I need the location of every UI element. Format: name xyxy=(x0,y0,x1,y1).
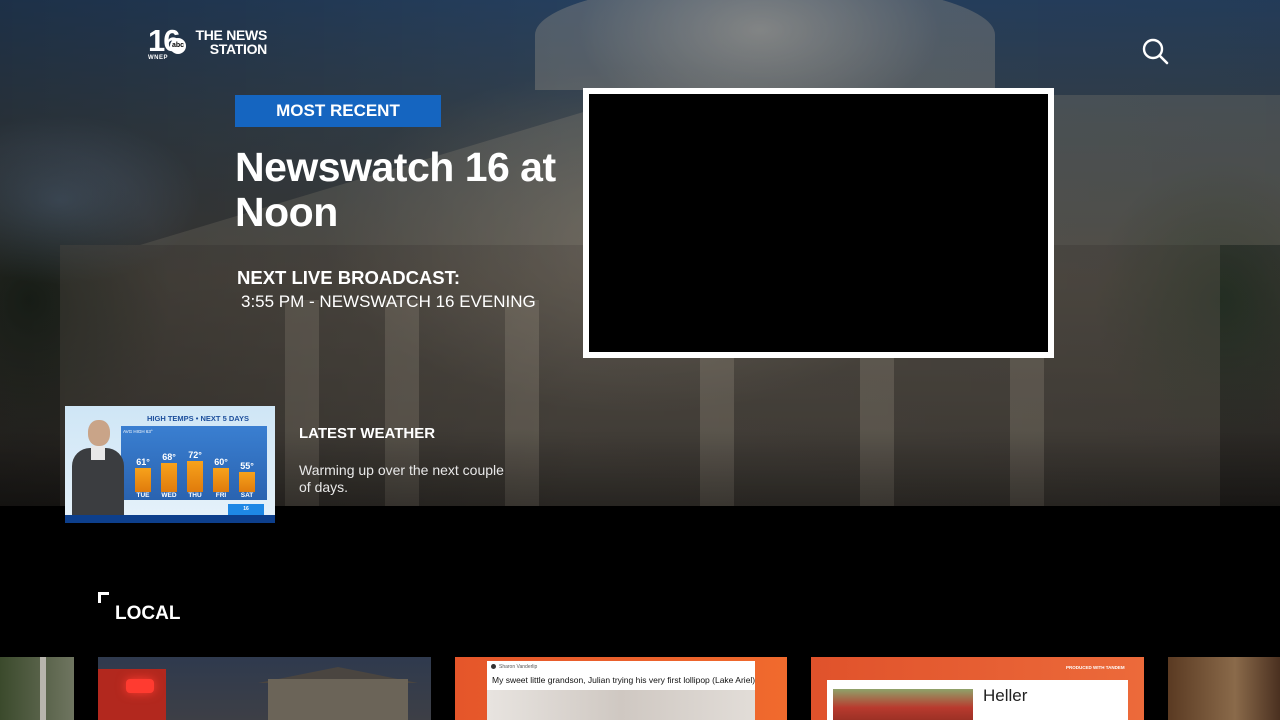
forecast-temp: 55° xyxy=(240,460,254,471)
video-player[interactable] xyxy=(583,88,1054,358)
weather-title[interactable]: LATEST WEATHER xyxy=(299,425,435,443)
next-broadcast-value: 3:55 PM - NEWSWATCH 16 EVENING xyxy=(241,292,536,311)
video-card-previous[interactable] xyxy=(0,657,74,720)
hero-headline: Newswatch 16 at Noon xyxy=(235,144,556,235)
next-broadcast-label: NEXT LIVE BROADCAST: xyxy=(237,267,461,288)
forecast-day: SAT xyxy=(240,492,254,499)
forecast-bar xyxy=(161,463,177,492)
forecast-day: TUE xyxy=(136,492,150,499)
forecast-day: THU xyxy=(188,492,202,499)
search-button[interactable] xyxy=(1140,36,1170,66)
forecast-temp: 60° xyxy=(214,457,228,468)
station-logo[interactable]: 16 abc WNEP THE NEWS STATION xyxy=(148,25,270,61)
logo-call-sign: WNEP xyxy=(148,55,168,61)
forecast-day: FRI xyxy=(215,492,227,499)
logo-station-name: THE NEWS STATION xyxy=(195,27,268,57)
weather-ticker xyxy=(65,515,275,523)
video-card-lollipop[interactable]: Sharon Vanderlip My sweet little grandso… xyxy=(455,657,787,720)
weather-thumbnail[interactable]: HIGH TEMPS • NEXT 5 DAYS AVG HIGH 63° 16… xyxy=(65,406,275,523)
video-card-fire[interactable] xyxy=(98,657,431,720)
weather-station-logo: 16 xyxy=(228,504,264,515)
post-author: Sharon Vanderlip xyxy=(499,664,538,670)
avatar xyxy=(491,664,496,669)
forecast-temp: 72° xyxy=(188,450,202,460)
forecast-bar xyxy=(135,467,151,492)
forecast-day: WED xyxy=(161,492,177,499)
weather-description: Warming up over the next couple of days. xyxy=(299,462,504,495)
meteorologist-image xyxy=(68,420,124,523)
most-recent-badge: MOST RECENT xyxy=(235,95,441,127)
forecast-temp: 68° xyxy=(162,452,176,463)
post-caption: My sweet little grandson, Julian trying … xyxy=(492,675,756,685)
video-card-heller[interactable]: PRODUCED WITH TANDEM Heller xyxy=(811,657,1144,720)
social-post: Sharon Vanderlip My sweet little grandso… xyxy=(487,661,755,720)
forecast-bar xyxy=(187,461,203,492)
video-card-next[interactable] xyxy=(1168,657,1280,720)
logo-network-icon: abc xyxy=(170,38,186,54)
search-icon xyxy=(1142,38,1169,65)
promo-label: PRODUCED WITH TANDEM xyxy=(1066,665,1125,670)
weather-thumb-banner: HIGH TEMPS • NEXT 5 DAYS xyxy=(147,414,249,423)
forecast-temp: 61° xyxy=(136,456,150,467)
forecast-bar xyxy=(239,471,255,492)
focus-indicator xyxy=(98,592,109,603)
local-section-title: LOCAL xyxy=(115,603,181,624)
card-headline: Heller xyxy=(983,686,1028,705)
forecast-bar xyxy=(213,468,229,492)
